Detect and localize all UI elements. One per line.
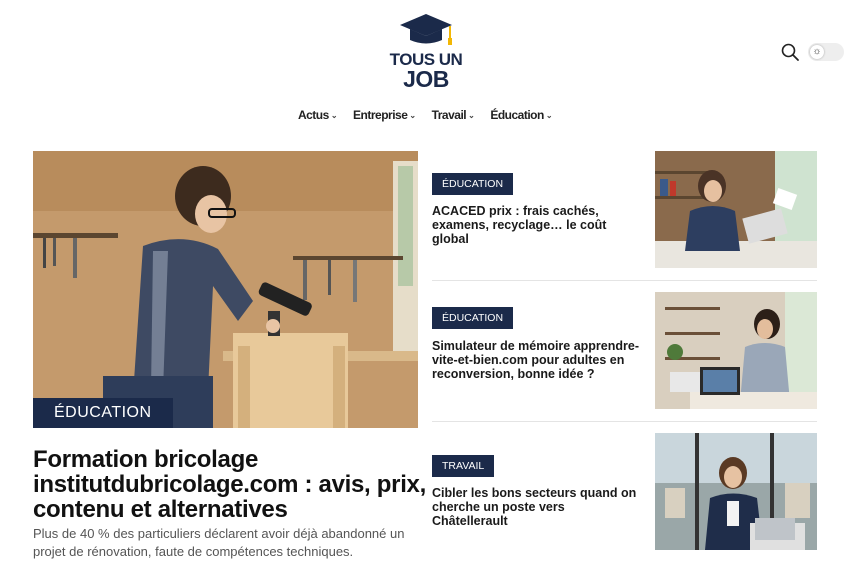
article-thumbnail[interactable] <box>655 433 817 550</box>
nav-item-actus[interactable]: Actus ⌄ <box>297 108 338 122</box>
hero-excerpt: Plus de 40 % des particuliers déclarent … <box>33 526 405 559</box>
main-nav: Actus ⌄ Entreprise ⌄ Travail ⌄ Éducation ⌄ <box>0 108 850 122</box>
nav-item-travail[interactable]: Travail ⌄ <box>432 108 475 122</box>
divider <box>432 280 817 281</box>
category-badge[interactable]: ÉDUCATION <box>432 307 514 329</box>
logo-text-line2: JOB <box>403 66 449 92</box>
category-badge[interactable]: TRAVAIL <box>432 455 495 477</box>
graduation-cap-icon <box>400 14 452 45</box>
article-thumbnail[interactable] <box>655 151 817 268</box>
site-logo[interactable]: TOUS UN JOB <box>388 12 464 92</box>
nav-item-label: Travail <box>431 108 467 122</box>
hero-title[interactable]: Formation bricolage institutdubricolage.… <box>33 447 428 522</box>
sun-icon: ☼ <box>810 45 824 59</box>
chevron-down-icon: ⌄ <box>468 110 475 120</box>
nav-item-label: Actus <box>297 108 329 122</box>
header-actions: ☼ <box>780 42 844 62</box>
hero-category-badge[interactable]: ÉDUCATION <box>33 398 173 428</box>
nav-item-entreprise[interactable]: Entreprise ⌄ <box>353 108 416 122</box>
nav-item-label: Entreprise <box>353 108 408 122</box>
chevron-down-icon: ⌄ <box>409 110 416 120</box>
nav-item-label: Éducation <box>490 108 544 122</box>
divider <box>432 421 817 422</box>
article-card: TRAVAIL Cibler les bons secteurs quand o… <box>432 433 817 550</box>
category-badge[interactable]: ÉDUCATION <box>432 173 514 195</box>
search-icon[interactable] <box>780 42 800 62</box>
article-title[interactable]: Cibler les bons secteurs quand on cherch… <box>432 486 640 528</box>
chevron-down-icon: ⌄ <box>545 110 553 120</box>
nav-item-education[interactable]: Éducation ⌄ <box>490 108 552 122</box>
article-card: ÉDUCATION ACACED prix : frais cachés, ex… <box>432 151 817 268</box>
article-title[interactable]: Simulateur de mémoire apprendre-vite-et-… <box>432 339 640 381</box>
article-card: ÉDUCATION Simulateur de mémoire apprendr… <box>432 292 817 409</box>
chevron-down-icon: ⌄ <box>330 110 338 120</box>
article-thumbnail[interactable] <box>655 292 817 409</box>
theme-toggle[interactable]: ☼ <box>808 43 844 61</box>
hero-image[interactable]: ÉDUCATION <box>33 151 418 428</box>
article-title[interactable]: ACACED prix : frais cachés, examens, rec… <box>432 204 640 246</box>
